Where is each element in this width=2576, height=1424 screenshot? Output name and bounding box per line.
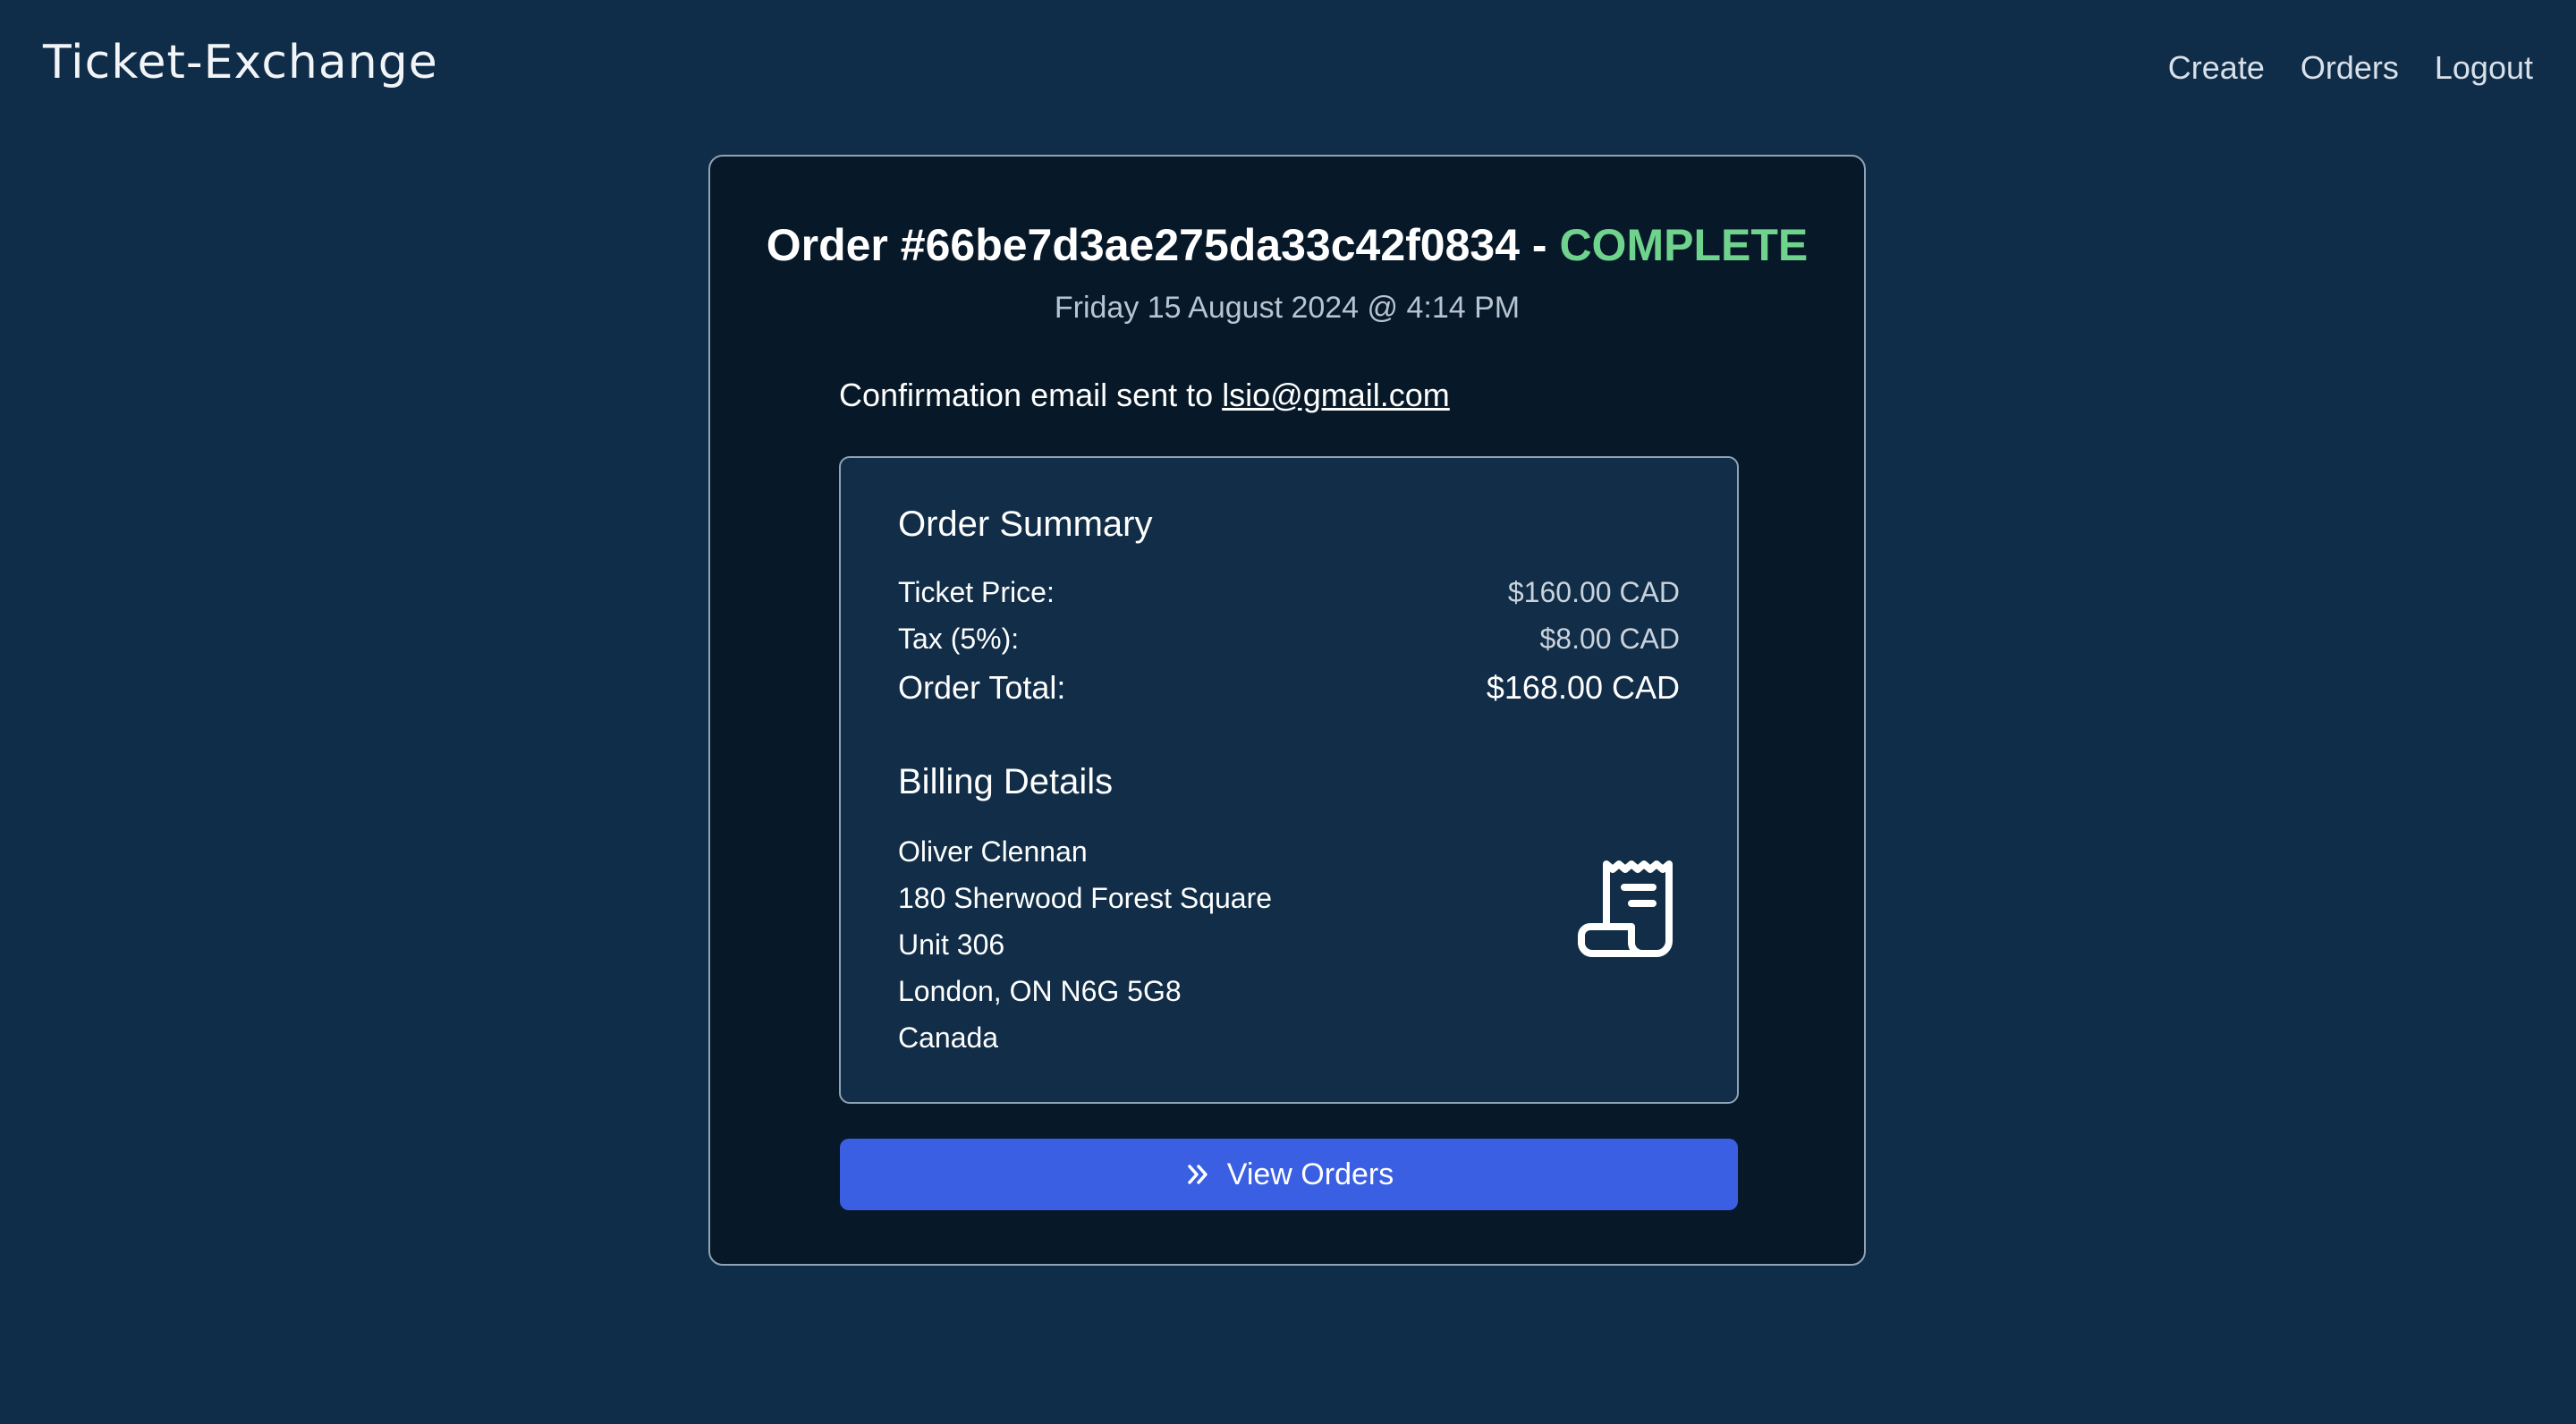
billing-address-line2: Unit 306 (898, 928, 1005, 961)
nav-link-orders[interactable]: Orders (2301, 49, 2399, 87)
view-orders-button[interactable]: View Orders (840, 1139, 1738, 1210)
order-summary-panel: Order Summary Ticket Price: $160.00 CAD … (839, 456, 1739, 1104)
ticket-price-label: Ticket Price: (898, 576, 1055, 608)
order-status-badge: COMPLETE (1559, 220, 1809, 270)
chevrons-right-icon (1188, 1165, 1208, 1184)
order-summary-title: Order Summary (898, 504, 1153, 544)
confirmation-email-link[interactable]: lsio@gmail.com (1222, 377, 1450, 413)
receipt-icon (1578, 860, 1673, 957)
nav-link-create[interactable]: Create (2168, 49, 2265, 87)
confirmation-text: Confirmation email sent to (839, 377, 1223, 413)
confirmation-message: Confirmation email sent to lsio@gmail.co… (839, 377, 1450, 414)
nav-link-logout[interactable]: Logout (2435, 49, 2533, 87)
order-card: Order #66be7d3ae275da33c42f0834 - COMPLE… (708, 155, 1866, 1266)
tax-row: Tax (5%): $8.00 CAD (898, 623, 1680, 656)
view-orders-label: View Orders (1226, 1157, 1394, 1191)
nav-links: Create Orders Logout (2168, 49, 2533, 87)
order-number: Order #66be7d3ae275da33c42f0834 - (766, 220, 1560, 270)
billing-name: Oliver Clennan (898, 835, 1088, 868)
order-total-row: Order Total: $168.00 CAD (898, 669, 1680, 707)
order-title: Order #66be7d3ae275da33c42f0834 - COMPLE… (710, 219, 1864, 271)
tax-label: Tax (5%): (898, 623, 1020, 655)
order-date: Friday 15 August 2024 @ 4:14 PM (1054, 291, 1521, 325)
ticket-price-value: $160.00 CAD (1507, 576, 1680, 608)
order-total-value: $168.00 CAD (1486, 669, 1680, 706)
ticket-price-row: Ticket Price: $160.00 CAD (898, 576, 1680, 609)
billing-address-line1: 180 Sherwood Forest Square (898, 882, 1273, 914)
billing-details-title: Billing Details (898, 762, 1114, 801)
navbar: Ticket-Exchange Create Orders Logout (0, 0, 2576, 134)
brand-logo-link[interactable]: Ticket-Exchange (43, 36, 438, 89)
order-total-label: Order Total: (898, 669, 1066, 706)
tax-value: $8.00 CAD (1539, 623, 1680, 655)
billing-city: London, ON N6G 5G8 (898, 975, 1182, 1007)
billing-country: Canada (898, 1021, 999, 1054)
